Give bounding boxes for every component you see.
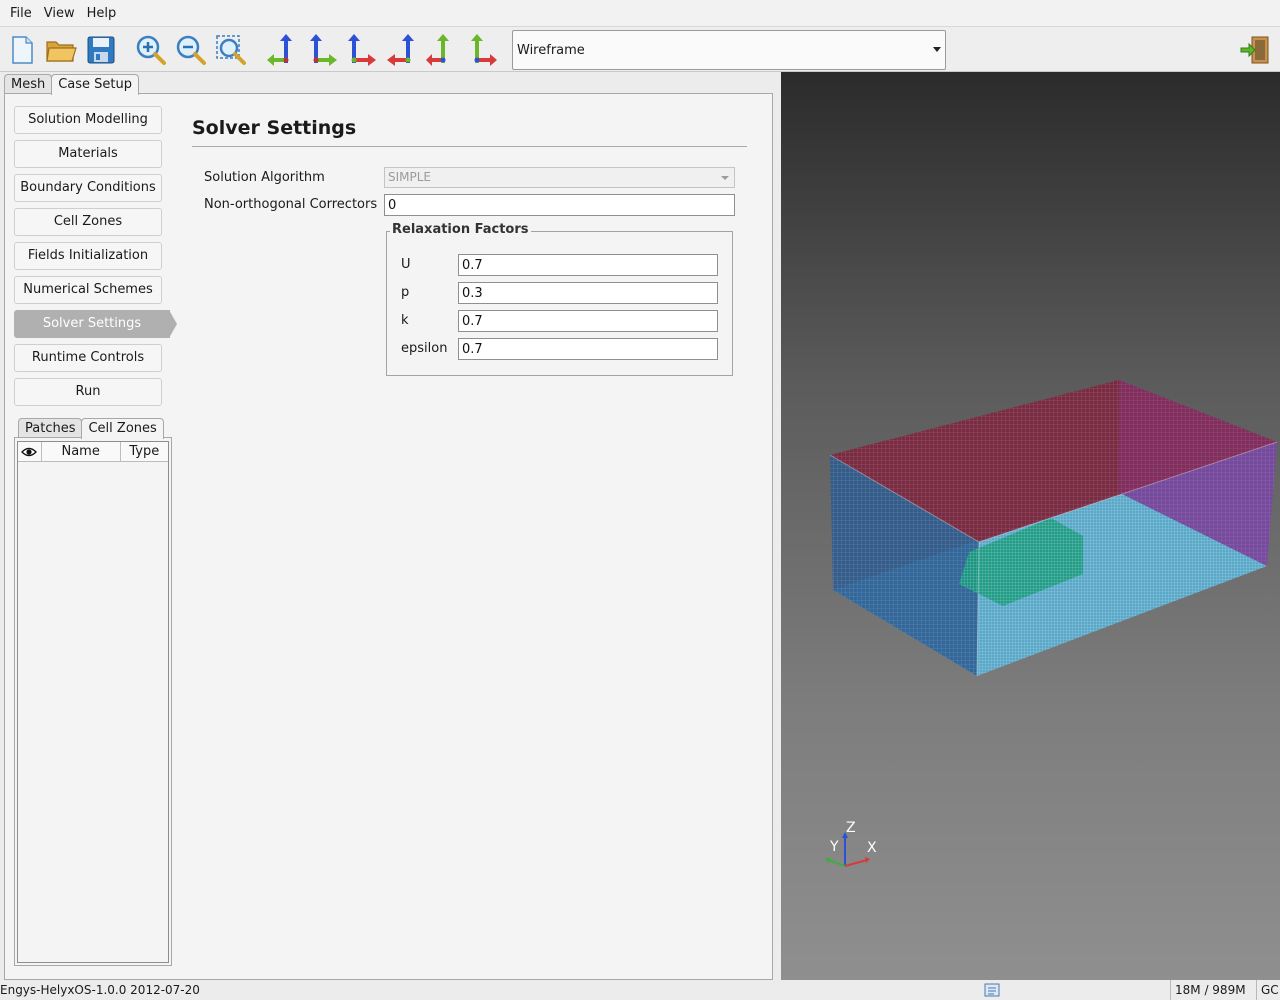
view-plus-x-icon[interactable] xyxy=(304,33,338,67)
zone-table[interactable]: Name Type xyxy=(17,441,169,963)
nav-run[interactable]: Run xyxy=(14,378,162,406)
solution-algorithm-label: Solution Algorithm xyxy=(204,170,325,185)
zone-table-header: Name Type xyxy=(18,442,168,462)
relaxation-factors-title: Relaxation Factors xyxy=(390,222,531,237)
nav-boundary-conditions[interactable]: Boundary Conditions xyxy=(14,174,162,202)
menu-file[interactable]: File xyxy=(4,6,38,21)
view-plus-z-icon[interactable] xyxy=(464,33,498,67)
nav-fields-initialization[interactable]: Fields Initialization xyxy=(14,242,162,270)
factor-u-input[interactable] xyxy=(458,254,718,276)
tab-cell-zones[interactable]: Cell Zones xyxy=(81,418,164,439)
eye-icon[interactable] xyxy=(18,442,42,461)
zone-tabs: Patches Cell Zones xyxy=(18,418,164,439)
factor-u-label: U xyxy=(401,257,411,272)
non-orthogonal-correctors-label: Non-orthogonal Correctors xyxy=(204,197,378,212)
axis-z-label: Z xyxy=(846,820,856,836)
factor-p-label: p xyxy=(401,285,410,300)
open-folder-icon[interactable] xyxy=(44,33,78,67)
view-minus-z-icon[interactable] xyxy=(426,33,460,67)
solution-algorithm-value: SIMPLE xyxy=(388,170,432,184)
menu-view[interactable]: View xyxy=(38,6,81,21)
tab-patches[interactable]: Patches xyxy=(18,418,83,438)
nav-materials[interactable]: Materials xyxy=(14,140,162,168)
nav-solver-settings[interactable]: Solver Settings xyxy=(14,310,177,338)
nav-numerical-schemes[interactable]: Numerical Schemes xyxy=(14,276,162,304)
save-icon[interactable] xyxy=(84,33,118,67)
log-icon[interactable] xyxy=(984,983,1000,997)
zoom-fit-icon[interactable] xyxy=(214,33,248,67)
menu-bar: File View Help xyxy=(0,0,1280,26)
3d-viewport[interactable]: Z Y X xyxy=(781,72,1280,980)
page-title: Solver Settings xyxy=(192,117,357,139)
view-minus-x-icon[interactable] xyxy=(266,33,300,67)
zone-panel: Name Type xyxy=(14,437,172,966)
non-orthogonal-correctors-input[interactable] xyxy=(384,194,735,216)
factor-epsilon-input[interactable] xyxy=(458,338,718,360)
axis-y-label: Y xyxy=(830,839,839,855)
factor-p-input[interactable] xyxy=(458,282,718,304)
exit-door-icon[interactable] xyxy=(1238,33,1272,67)
zoom-in-icon[interactable] xyxy=(134,33,168,67)
view-minus-y-icon[interactable] xyxy=(344,33,378,67)
render-mode-select[interactable]: Wireframe xyxy=(512,30,946,70)
tab-case-setup[interactable]: Case Setup xyxy=(51,74,140,95)
factor-epsilon-label: epsilon xyxy=(401,341,448,356)
view-plus-y-icon[interactable] xyxy=(386,33,420,67)
solution-algorithm-select[interactable]: SIMPLE xyxy=(384,167,735,188)
column-type[interactable]: Type xyxy=(121,442,168,461)
factor-k-input[interactable] xyxy=(458,310,718,332)
nav-runtime-controls[interactable]: Runtime Controls xyxy=(14,344,162,372)
chevron-down-icon xyxy=(721,176,729,180)
factor-k-label: k xyxy=(401,313,409,328)
status-bar: Engys-HelyxOS-1.0.0 2012-07-20 18M / 989… xyxy=(0,980,1280,1000)
column-name[interactable]: Name xyxy=(42,442,121,461)
nav-solution-modelling[interactable]: Solution Modelling xyxy=(14,106,162,134)
title-divider xyxy=(192,146,747,147)
axis-x-label: X xyxy=(867,840,877,856)
gc-button[interactable]: GC xyxy=(1256,980,1279,1000)
memory-indicator[interactable]: 18M / 989M xyxy=(1170,980,1246,1000)
zoom-out-icon[interactable] xyxy=(174,33,208,67)
nav-cell-zones[interactable]: Cell Zones xyxy=(14,208,162,236)
render-mode-value: Wireframe xyxy=(517,42,585,58)
menu-help[interactable]: Help xyxy=(81,6,123,21)
new-file-icon[interactable] xyxy=(5,33,39,67)
version-label: Engys-HelyxOS-1.0.0 2012-07-20 xyxy=(0,983,200,997)
chevron-down-icon xyxy=(933,47,941,52)
toolbar: Wireframe xyxy=(0,26,1280,72)
main-tabs: Mesh Case Setup xyxy=(4,74,140,95)
tab-mesh[interactable]: Mesh xyxy=(4,74,53,94)
